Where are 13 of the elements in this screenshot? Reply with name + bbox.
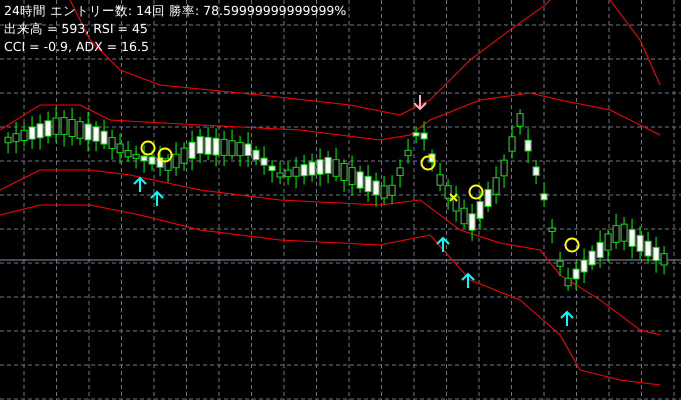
circle-marker [564, 238, 580, 252]
up-arrow-icon [461, 272, 475, 289]
down-arrow-icon [413, 94, 427, 110]
up-arrow-icon [133, 176, 147, 193]
up-arrow-icon [150, 190, 164, 207]
circle-marker [158, 148, 172, 162]
circle-marker [420, 156, 436, 170]
info-text: 24時間 エントリー数: 14回 勝率: 78.59999999999999% [4, 3, 346, 19]
cross-marker [449, 193, 458, 202]
up-arrow-icon [560, 310, 574, 327]
circle-marker [140, 140, 156, 156]
circle-marker [468, 184, 484, 200]
up-arrow-icon [436, 236, 450, 253]
